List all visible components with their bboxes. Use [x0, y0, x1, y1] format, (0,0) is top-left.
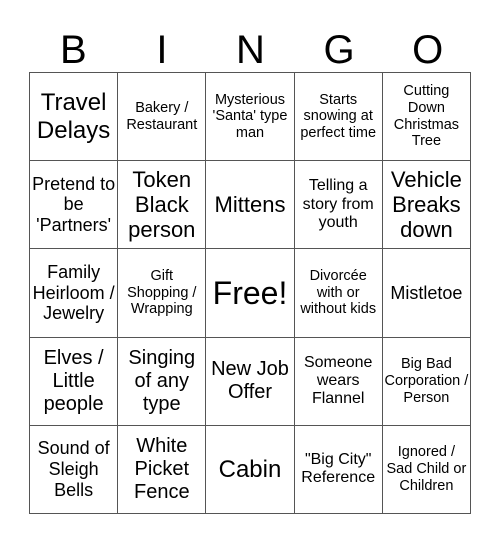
bingo-cell[interactable]: Mittens: [206, 161, 295, 250]
bingo-cell[interactable]: Gift Shopping / Wrapping: [118, 249, 207, 338]
bingo-cell[interactable]: Sound of Sleigh Bells: [30, 425, 119, 514]
header-letter-o: O: [412, 28, 444, 72]
bingo-cell[interactable]: Vehicle Breaks down: [382, 161, 471, 250]
bingo-header: B I N G O: [29, 28, 472, 72]
bingo-cell[interactable]: White Picket Fence: [118, 425, 207, 514]
bingo-card-grid: Travel Delays Bakery / Restaurant Mysterio…: [29, 72, 471, 514]
bingo-cell[interactable]: Big Bad Corporation / Person: [382, 337, 471, 426]
header-letter-g: G: [323, 28, 355, 72]
bingo-cell[interactable]: Pretend to be 'Partners': [30, 161, 119, 250]
header-letter-b: B: [59, 28, 87, 72]
bingo-cell[interactable]: Cutting Down Christmas Tree: [382, 73, 471, 162]
bingo-cell[interactable]: Token Black person: [118, 161, 207, 250]
bingo-cell[interactable]: Mistletoe: [382, 249, 471, 338]
bingo-cell[interactable]: Divorcée with or without kids: [294, 249, 383, 338]
bingo-cell[interactable]: Starts snowing at perfect time: [294, 73, 383, 162]
bingo-cell[interactable]: Telling a story from youth: [294, 161, 383, 250]
bingo-cell[interactable]: New Job Offer: [206, 337, 295, 426]
bingo-cell[interactable]: Travel Delays: [30, 73, 119, 162]
bingo-cell[interactable]: Ignored / Sad Child or Children: [382, 425, 471, 514]
free-space-cell[interactable]: Free!: [206, 249, 295, 338]
header-letter-n: N: [236, 28, 265, 72]
bingo-cell[interactable]: Someone wears Flannel: [294, 337, 383, 426]
bingo-cell[interactable]: "Big City" Reference: [294, 425, 383, 514]
bingo-cell[interactable]: Cabin: [206, 425, 295, 514]
bingo-cell[interactable]: Bakery / Restaurant: [118, 73, 207, 162]
header-letter-i: I: [156, 28, 168, 72]
bingo-cell[interactable]: Mysterious 'Santa' type man: [206, 73, 295, 162]
bingo-cell[interactable]: Singing of any type: [118, 337, 207, 426]
bingo-cell[interactable]: Elves / Little people: [30, 337, 119, 426]
bingo-cell[interactable]: Family Heirloom / Jewelry: [30, 249, 119, 338]
